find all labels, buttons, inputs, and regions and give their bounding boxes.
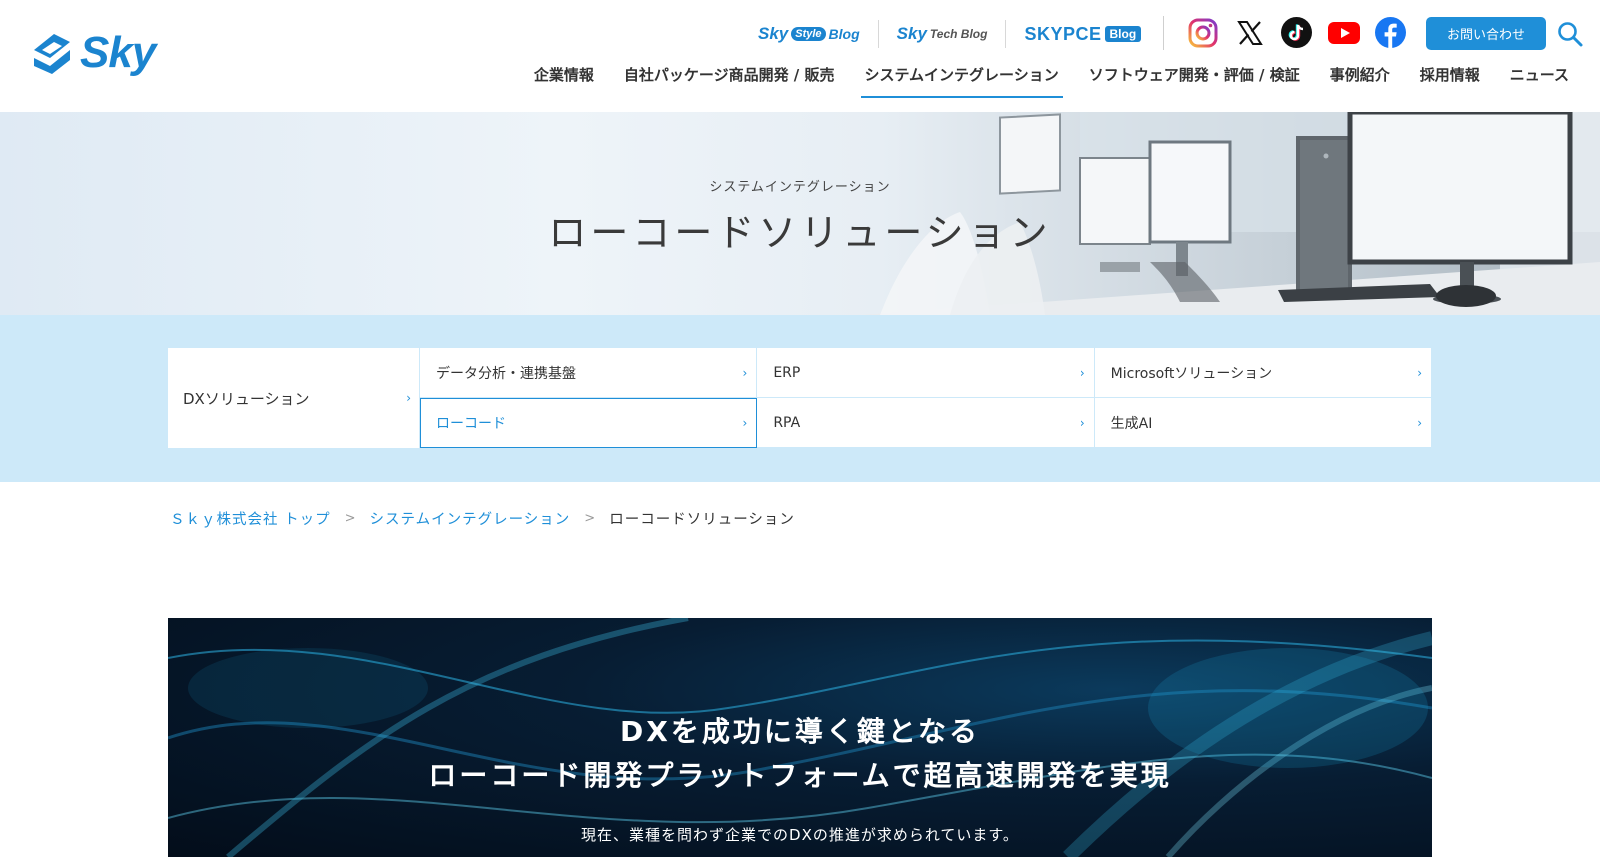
feature-banner: DXを成功に導く鍵となる ローコード開発プラットフォームで超高速開発を実現 現在…	[168, 618, 1432, 857]
sky-tech-blog-link[interactable]: Sky Tech Blog	[877, 20, 1006, 48]
blog-pill: Blog	[1104, 26, 1142, 42]
breadcrumb-parent-link[interactable]: システムインテグレーション	[370, 508, 571, 529]
subnav-item-erp[interactable]: ERP ›	[757, 348, 1095, 398]
nav-item-system-integration[interactable]: システムインテグレーション	[850, 64, 1074, 98]
chevron-right-icon: ›	[1417, 415, 1422, 430]
breadcrumb: Ｓｋｙ株式会社 トップ > システムインテグレーション > ローコードソリューシ…	[170, 508, 795, 529]
logo-text: Sky	[80, 28, 156, 77]
x-icon[interactable]	[1233, 16, 1266, 49]
subnav-item-label: ERP	[773, 364, 801, 381]
chevron-right-icon: ›	[742, 365, 748, 380]
chevron-right-icon: ›	[742, 415, 748, 430]
nav-item-case-studies[interactable]: 事例紹介	[1315, 64, 1405, 98]
breadcrumb-home-link[interactable]: Ｓｋｙ株式会社 トップ	[170, 508, 331, 529]
sky-logo[interactable]: Sky	[30, 28, 156, 77]
subnav-grid: データ分析・連携基盤 › ERP › Microsoftソリューション › ロー…	[420, 348, 1432, 448]
subnav-item-lowcode[interactable]: ローコード ›	[420, 398, 758, 448]
hero-banner: システムインテグレーション ローコードソリューション	[0, 112, 1600, 315]
tiktok-icon[interactable]	[1280, 16, 1313, 49]
subnav-item-label: データ分析・連携基盤	[436, 365, 576, 382]
blog-suffix: Tech Blog	[929, 27, 988, 41]
search-icon[interactable]	[1556, 20, 1584, 48]
chevron-right-icon: ›	[1079, 365, 1085, 380]
blog-pill: Style	[791, 27, 826, 41]
site-header: Sky Sky Style Blog Sky Tech Blog SKYPCE …	[0, 0, 1600, 112]
global-nav: 企業情報 自社パッケージ商品開発 / 販売 システムインテグレーション ソフトウ…	[519, 64, 1584, 98]
facebook-icon[interactable]	[1374, 16, 1407, 49]
chevron-right-icon: ›	[406, 391, 411, 405]
banner-lead-text: 現在、業種を問わず企業でのDXの推進が求められています。	[581, 826, 1019, 844]
nav-item-recruit[interactable]: 採用情報	[1405, 64, 1495, 98]
nav-item-company[interactable]: 企業情報	[519, 64, 609, 98]
banner-heading-line2: ローコード開発プラットフォームで超高速開発を実現	[428, 759, 1172, 792]
blog-brand: Sky	[758, 24, 789, 43]
skypce-blog-link[interactable]: SKYPCE Blog	[1005, 20, 1159, 48]
blog-brand: SKYPCE	[1024, 23, 1102, 44]
page-title: ローコードソリューション	[548, 211, 1052, 255]
subnav-item-label: ローコード	[436, 415, 506, 432]
subnav-item-label: Microsoftソリューション	[1110, 365, 1273, 382]
banner-heading-line1: DXを成功に導く鍵となる	[620, 715, 980, 748]
blog-links: Sky Style Blog Sky Tech Blog SKYPCE Blog	[740, 20, 1159, 48]
nav-item-products[interactable]: 自社パッケージ商品開発 / 販売	[609, 64, 850, 98]
chevron-right-icon: ›	[1417, 365, 1422, 380]
sky-logo-mark-icon	[34, 34, 70, 74]
subnav-item-label: RPA	[773, 414, 801, 431]
blog-suffix: Blog	[828, 26, 860, 42]
social-links	[1186, 16, 1407, 49]
subnav-item-label: 生成AI	[1110, 415, 1153, 432]
hero-kicker: システムインテグレーション	[709, 180, 891, 195]
nav-item-news[interactable]: ニュース	[1495, 64, 1584, 98]
breadcrumb-current: ローコードソリューション	[609, 512, 795, 528]
subnav-item-rpa[interactable]: RPA ›	[757, 398, 1095, 448]
subnav-item-data-analysis[interactable]: データ分析・連携基盤 ›	[420, 348, 758, 398]
contact-button[interactable]: お問い合わせ	[1426, 17, 1546, 50]
youtube-icon[interactable]	[1327, 16, 1360, 49]
subnav-item-microsoft[interactable]: Microsoftソリューション ›	[1094, 348, 1432, 398]
chevron-right-icon: >	[344, 511, 356, 526]
header-divider	[1163, 16, 1164, 50]
chevron-right-icon: >	[584, 511, 596, 526]
chevron-right-icon: ›	[1079, 415, 1085, 430]
subnav-item-generative-ai[interactable]: 生成AI ›	[1094, 398, 1432, 448]
subnav-lead-dx-solution[interactable]: DXソリューション ›	[168, 348, 420, 448]
category-subnav: DXソリューション › データ分析・連携基盤 › ERP › Microsoft…	[168, 348, 1432, 448]
sky-style-blog-link[interactable]: Sky Style Blog	[740, 20, 878, 48]
subnav-lead-label: DXソリューション	[183, 389, 310, 408]
blog-brand: Sky	[896, 24, 927, 43]
nav-item-software-dev[interactable]: ソフトウェア開発・評価 / 検証	[1074, 64, 1315, 98]
instagram-icon[interactable]	[1186, 16, 1219, 49]
